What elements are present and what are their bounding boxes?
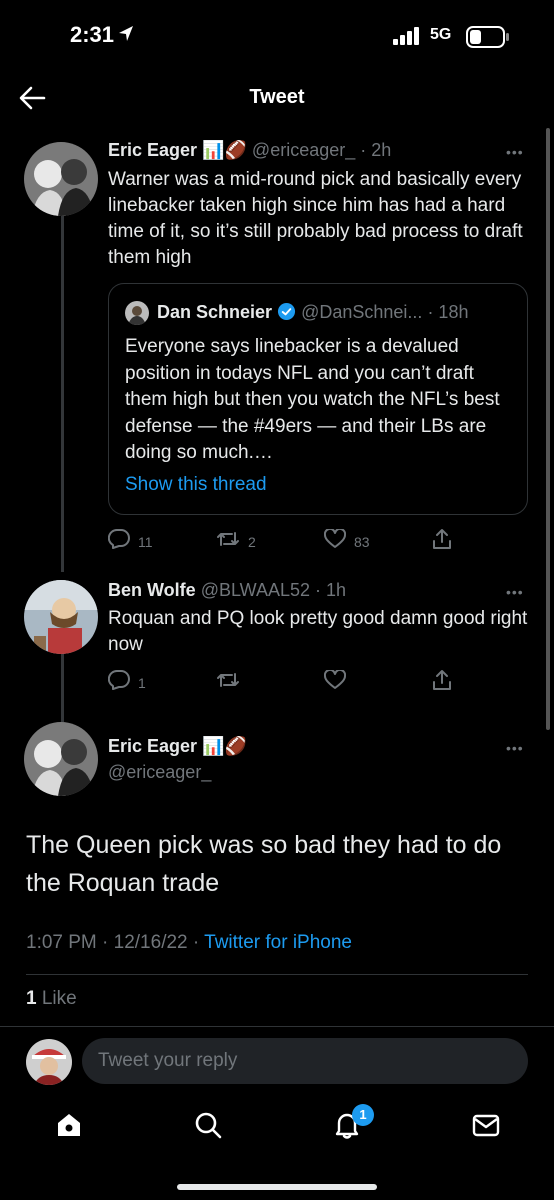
author-handle: @DanSchnei... xyxy=(301,302,423,322)
quoted-tweet[interactable]: Dan Schneier @DanSchnei... · 18h Everyon… xyxy=(108,283,528,515)
tab-bar xyxy=(0,1096,554,1156)
divider xyxy=(26,974,528,975)
author-name[interactable]: Eric Eager xyxy=(108,736,197,756)
quote-text: Everyone says linebacker is a devalued p… xyxy=(125,336,500,463)
like-button[interactable]: 83 xyxy=(323,527,370,554)
avatar xyxy=(125,301,149,325)
reply-bar xyxy=(0,1026,554,1096)
tweet-source[interactable]: Twitter for iPhone xyxy=(204,932,352,953)
tweet-text: Roquan and PQ look pretty good damn good… xyxy=(108,608,528,655)
avatar[interactable] xyxy=(24,580,98,654)
location-arrow-icon xyxy=(118,25,134,48)
avatar[interactable] xyxy=(26,1039,72,1085)
retweet-icon xyxy=(216,529,240,554)
share-icon xyxy=(432,528,452,555)
verified-badge-icon xyxy=(277,302,296,326)
home-icon[interactable] xyxy=(54,1110,84,1140)
nav-bar: Tweet xyxy=(0,70,554,126)
share-button[interactable] xyxy=(432,528,452,555)
signal-bars-icon xyxy=(393,27,421,50)
share-button[interactable] xyxy=(432,669,452,696)
reply-icon xyxy=(107,528,130,554)
thread-connector xyxy=(61,216,64,572)
author-name[interactable]: Eric Eager xyxy=(108,140,197,160)
retweet-icon xyxy=(216,670,240,695)
page-title: Tweet xyxy=(249,86,305,108)
tweet-header: Ben Wolfe @BLWAAL52 · 1h xyxy=(108,580,346,601)
like-button[interactable] xyxy=(323,668,347,695)
messages-envelope-icon[interactable] xyxy=(471,1110,501,1140)
battery-icon xyxy=(466,26,510,53)
author-name[interactable]: Ben Wolfe xyxy=(108,580,196,600)
reply-button[interactable]: 1 xyxy=(107,669,146,695)
tweet-header: Eric Eager 📊🏈 xyxy=(108,736,247,757)
author-name: Dan Schneier xyxy=(157,302,273,322)
author-emoji: 📊🏈 xyxy=(202,140,247,160)
retweet-count: 2 xyxy=(248,533,256,550)
reply-input[interactable] xyxy=(82,1038,528,1084)
share-icon xyxy=(432,669,452,696)
reply-button[interactable]: 11 xyxy=(107,528,153,554)
tweet-time: · 18h xyxy=(427,302,469,322)
show-thread-link[interactable]: Show this thread xyxy=(125,474,267,496)
tweet-header: Eric Eager 📊🏈 @ericeager_ · 2h xyxy=(108,140,391,161)
author-handle: @ericeager_ xyxy=(251,140,356,160)
likes-summary[interactable]: 1 Like xyxy=(26,988,77,1010)
search-icon[interactable] xyxy=(193,1110,223,1140)
like-count: 83 xyxy=(354,533,370,550)
tweet-time: · 1h xyxy=(315,580,347,600)
reply-count: 1 xyxy=(138,674,146,691)
tweet-meta: 1:07 PM · 12/16/22 · Twitter for iPhone xyxy=(26,932,352,954)
like-count: 1 xyxy=(26,988,37,1009)
notifications-badge: 1 xyxy=(352,1104,374,1126)
reply-count: 11 xyxy=(138,533,153,550)
like-label: Like xyxy=(36,988,77,1009)
retweet-button[interactable] xyxy=(216,670,240,695)
status-bar: 2:31 5G xyxy=(0,0,554,70)
main-tweet-text: The Queen pick was so bad they had to do… xyxy=(26,831,502,897)
heart-icon xyxy=(323,527,347,554)
more-options-icon[interactable]: ••• xyxy=(506,144,524,160)
tweet-time: · 2h xyxy=(360,140,392,160)
avatar[interactable] xyxy=(24,142,98,216)
author-emoji: 📊🏈 xyxy=(202,736,247,756)
home-indicator[interactable] xyxy=(177,1184,377,1190)
tweet-text: Warner was a mid-round pick and basicall… xyxy=(108,169,523,268)
more-options-icon[interactable]: ••• xyxy=(506,740,524,756)
quote-header: Dan Schneier @DanSchnei... · 18h xyxy=(157,302,468,326)
thread-connector xyxy=(61,650,64,722)
tweet-timestamp: 1:07 PM · 12/16/22 · xyxy=(26,932,205,953)
status-time: 2:31 xyxy=(70,22,115,47)
retweet-button[interactable]: 2 xyxy=(216,529,256,554)
avatar[interactable] xyxy=(24,722,98,796)
more-options-icon[interactable]: ••• xyxy=(506,584,524,600)
network-type: 5G xyxy=(430,26,452,43)
heart-icon xyxy=(323,668,347,695)
reply-icon xyxy=(107,669,130,695)
author-handle: @ericeager_ xyxy=(108,762,212,782)
scrollbar[interactable] xyxy=(546,128,550,730)
author-handle: @BLWAAL52 xyxy=(200,580,311,600)
